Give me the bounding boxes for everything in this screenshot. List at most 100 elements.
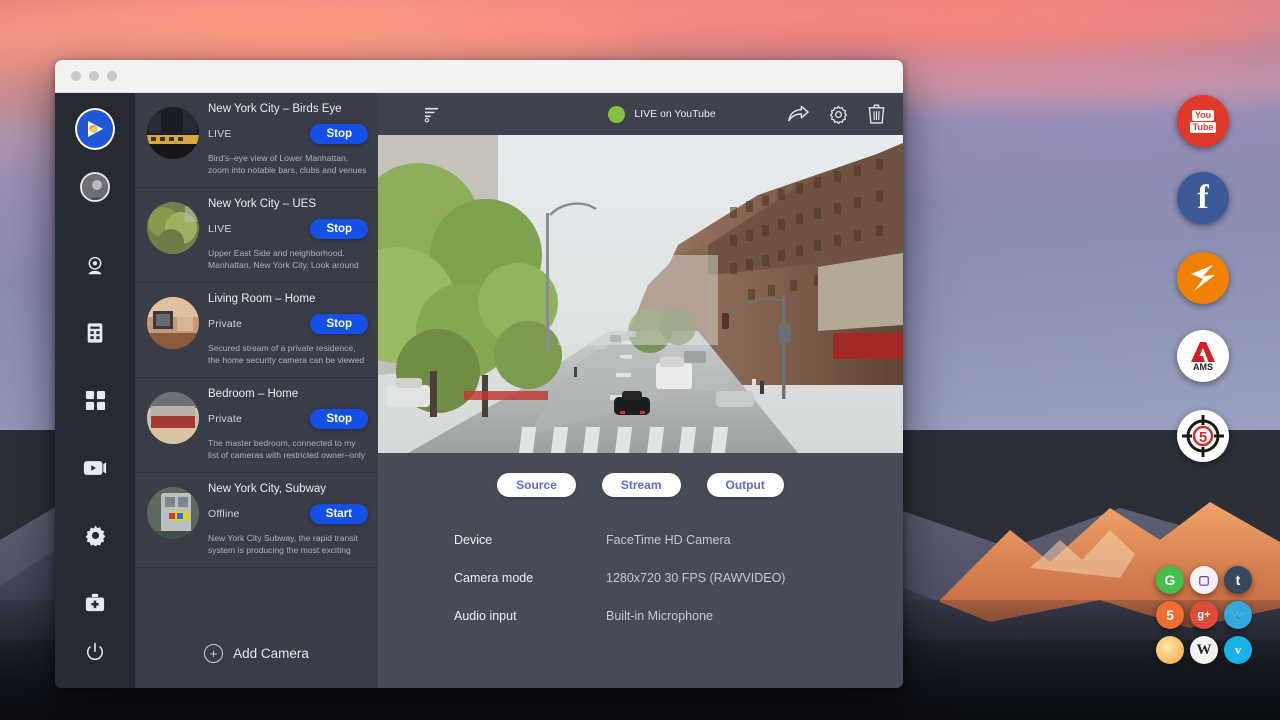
camera-description: New York City Subway, the rapid transit … [208, 533, 368, 557]
camera-status-row: Private Stop [208, 314, 368, 334]
desktop-icon-youtube[interactable]: You Tube [1177, 95, 1229, 147]
sidebar-item-account[interactable] [75, 167, 115, 206]
camera-list-item[interactable]: New York City, Subway Offline Start New … [135, 473, 378, 568]
tab-stream[interactable]: Stream [602, 473, 681, 497]
live-status: LIVE on YouTube [550, 106, 774, 123]
camera-list-item[interactable]: New York City – Birds Eye LIVE Stop Bird… [135, 93, 378, 188]
camera-list-item[interactable]: Living Room – Home Private Stop Secured … [135, 283, 378, 378]
zoom-button[interactable] [107, 71, 117, 81]
camera-state: LIVE [208, 128, 232, 140]
camera-status-row: Private Stop [208, 409, 368, 429]
toolbar-actions [788, 104, 885, 124]
wowza-lightning-icon [1183, 258, 1223, 298]
camera-list-panel: New York City – Birds Eye LIVE Stop Bird… [135, 93, 378, 688]
camera-list[interactable]: New York City – Birds Eye LIVE Stop Bird… [135, 93, 378, 618]
add-camera-button[interactable]: + Add Camera [135, 618, 378, 688]
desktop-icon-groups[interactable]: G [1156, 566, 1184, 594]
camera-action-button[interactable]: Stop [310, 409, 368, 429]
desktop-icon-wordpress[interactable]: W [1190, 636, 1218, 664]
detail-row: Audio input Built-in Microphone [454, 609, 903, 623]
video-preview[interactable] [378, 135, 903, 453]
detail-value[interactable]: FaceTime HD Camera [606, 533, 731, 547]
desktop-icon-tumblr[interactable]: t [1224, 566, 1252, 594]
settings-gear-icon[interactable] [829, 105, 848, 124]
sidebar-item-cameras[interactable] [75, 246, 115, 285]
camera-description: The master bedroom, connected to my list… [208, 438, 368, 462]
detail-label: Camera mode [454, 571, 606, 585]
camera-state: Offline [208, 508, 240, 520]
camera-list-item[interactable]: Bedroom – Home Private Stop The master b… [135, 378, 378, 473]
wordpress-glyph: W [1197, 642, 1212, 659]
sidebar-item-streams[interactable] [75, 449, 115, 488]
camera-card-body: New York City – UES LIVE Stop Upper East… [208, 198, 368, 272]
power-icon [85, 642, 105, 662]
source-details: Device FaceTime HD Camera Camera mode 12… [378, 497, 903, 688]
camera-action-button[interactable]: Stop [310, 124, 368, 144]
tab-output[interactable]: Output [707, 473, 784, 497]
camera-status-row: LIVE Stop [208, 219, 368, 239]
camera-list-item[interactable]: New York City – UES LIVE Stop Upper East… [135, 188, 378, 283]
desktop-icon-wowza[interactable] [1177, 252, 1229, 304]
camera-title: Bedroom – Home [208, 388, 368, 400]
main-panel: LIVE on YouTube [378, 93, 903, 688]
camera-card-body: Living Room – Home Private Stop Secured … [208, 293, 368, 367]
trash-icon[interactable] [868, 104, 885, 124]
sidebar-item-app-logo[interactable] [75, 109, 115, 149]
close-button[interactable] [71, 71, 81, 81]
desktop-icon-twitter[interactable]: 🐦 [1224, 601, 1252, 629]
main-toolbar: LIVE on YouTube [378, 93, 903, 135]
desktop-icon-vimeo[interactable]: v [1224, 636, 1252, 664]
video-frame [378, 135, 903, 453]
layout-lines-icon[interactable] [424, 106, 441, 123]
twitch-glyph: ▢ [1198, 573, 1209, 587]
desktop-icon-five-target[interactable]: 5 [1177, 410, 1229, 462]
share-arrow-icon[interactable] [788, 105, 809, 123]
desktop-icon-adobe-ams[interactable]: AMS [1177, 330, 1229, 382]
detail-value[interactable]: 1280x720 30 FPS (RAWVIDEO) [606, 571, 785, 585]
medkit-plus-icon [84, 593, 106, 613]
detail-row: Device FaceTime HD Camera [454, 533, 903, 547]
vimeo-glyph: v [1235, 642, 1242, 658]
tab-source[interactable]: Source [497, 473, 576, 497]
detail-value[interactable]: Built-in Microphone [606, 609, 713, 623]
live-label: LIVE on YouTube [634, 108, 715, 120]
window-titlebar[interactable] [55, 60, 903, 93]
sidebar-item-power[interactable] [75, 633, 115, 672]
google-plus-glyph: g+ [1197, 609, 1210, 621]
camera-action-button[interactable]: Start [310, 504, 368, 524]
desktop-icon-twitch[interactable]: ▢ [1190, 566, 1218, 594]
gear-icon [85, 525, 106, 546]
app-window: New York City – Birds Eye LIVE Stop Bird… [55, 60, 903, 688]
webcam-icon [84, 255, 106, 277]
desktop-icon-youtube-bottom: Tube [1190, 122, 1217, 133]
camera-card-body: New York City – Birds Eye LIVE Stop Bird… [208, 103, 368, 177]
camera-thumbnail [147, 297, 199, 349]
desktop-icon-facebook[interactable]: f [1177, 172, 1229, 224]
five-glyph: 5 [1166, 607, 1174, 623]
avatar-icon [80, 172, 110, 202]
park-trees-thumb-icon [147, 202, 199, 254]
tumblr-glyph: t [1236, 572, 1241, 588]
desktop-icon-flickr[interactable] [1156, 636, 1184, 664]
detail-row: Camera mode 1280x720 30 FPS (RAWVIDEO) [454, 571, 903, 585]
desktop-icon-five[interactable]: 5 [1156, 601, 1184, 629]
sidebar-item-logs[interactable] [75, 314, 115, 353]
toolbar-left [396, 106, 536, 123]
city-night-thumb-icon [147, 107, 199, 159]
detail-label: Audio input [454, 609, 606, 623]
camera-action-button[interactable]: Stop [310, 219, 368, 239]
camera-state: Private [208, 318, 242, 330]
camera-title: New York City – UES [208, 198, 368, 210]
minimize-button[interactable] [89, 71, 99, 81]
sidebar-item-settings[interactable] [75, 516, 115, 555]
camera-action-button[interactable]: Stop [310, 314, 368, 334]
camera-card-body: Bedroom – Home Private Stop The master b… [208, 388, 368, 462]
bedroom-thumb-icon [147, 392, 199, 444]
sidebar-item-addons[interactable] [75, 583, 115, 622]
camera-thumbnail [147, 107, 199, 159]
sidebar-item-dashboard[interactable] [75, 381, 115, 420]
camera-title: Living Room – Home [208, 293, 368, 305]
groups-glyph: G [1165, 572, 1176, 588]
desktop-icon-google-plus[interactable]: g+ [1190, 601, 1218, 629]
camera-status-row: LIVE Stop [208, 124, 368, 144]
